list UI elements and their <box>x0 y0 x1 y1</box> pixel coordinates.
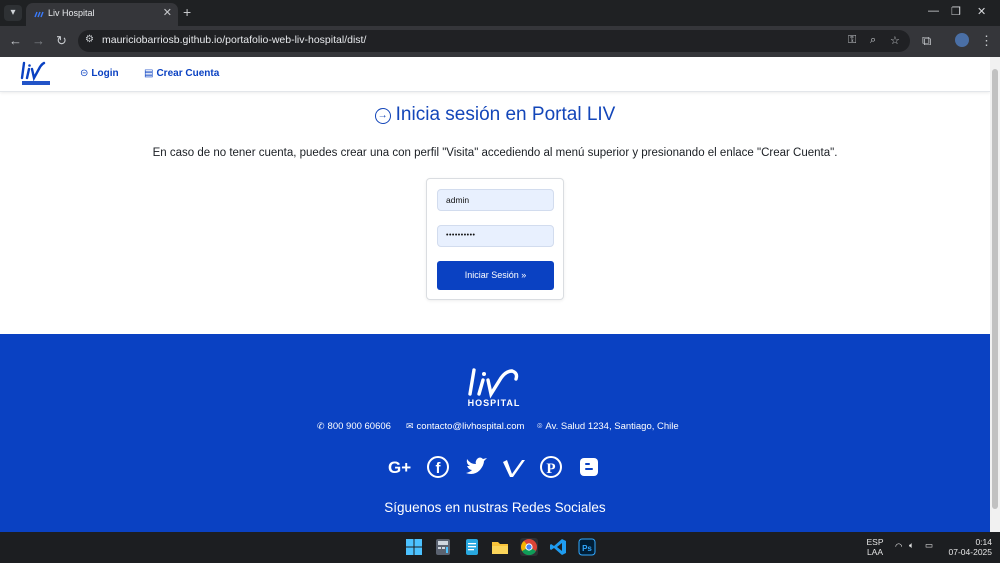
clock-time: 0:14 <box>975 537 992 547</box>
battery-icon[interactable]: ▭ <box>925 540 933 551</box>
liv-hospital-logo[interactable] <box>20 61 52 87</box>
web-page: ⊝ Login ▤ Crear Cuenta → Inicia sesión en P… <box>0 57 990 532</box>
tab-close-icon[interactable]: ✕ <box>163 6 172 19</box>
site-navbar: ⊝ Login ▤ Crear Cuenta <box>0 57 990 92</box>
nav-create-label: Crear Cuenta <box>156 68 220 79</box>
keyboard-layout: LAA <box>866 547 884 557</box>
map-pin-icon: ⌾ <box>537 421 543 431</box>
scrollbar-thumb[interactable] <box>992 69 998 509</box>
tab-title: Liv Hospital <box>48 8 95 18</box>
page-scrollbar[interactable] <box>990 57 1000 532</box>
email-text: contacto@livhospital.com <box>416 421 525 432</box>
volume-icon[interactable]: 🔈︎ <box>909 540 914 551</box>
browser-menu-icon[interactable]: ⋮ <box>980 33 993 49</box>
info-text: En caso de no tener cuenta, puedes crear… <box>152 147 838 159</box>
sign-in-icon: → <box>374 108 391 124</box>
svg-text:P: P <box>546 461 555 477</box>
liv-favicon-icon <box>34 11 44 18</box>
password-input[interactable]: •••••••••• <box>437 225 554 247</box>
liv-hospital-footer-logo: HOSPITAL <box>468 368 521 408</box>
pinterest-icon[interactable]: P <box>539 455 565 479</box>
nav-login-link[interactable]: ⊝ Login <box>80 68 119 79</box>
restore-icon[interactable]: ❐ <box>951 5 961 18</box>
clock[interactable]: 0:14 07-04-2025 <box>942 537 992 557</box>
clock-date: 07-04-2025 <box>948 547 992 557</box>
window-close-icon[interactable]: ✕ <box>977 5 986 18</box>
bookmark-star-icon[interactable]: ☆ <box>890 34 900 47</box>
minimize-icon[interactable]: — <box>928 5 939 17</box>
nav-login-label: Login <box>91 68 119 79</box>
profile-avatar[interactable] <box>955 33 969 47</box>
svg-text:G+: G+ <box>388 458 411 477</box>
page-title: → Inicia sesión en Portal LIV <box>0 104 990 126</box>
language-code: ESP <box>866 537 884 547</box>
site-footer: HOSPITAL ✆ 800 900 60606 ✉ contacto@livhos… <box>0 334 990 532</box>
zoom-icon[interactable]: ⌕ <box>870 34 876 47</box>
username-input[interactable]: admin <box>437 189 554 211</box>
google-plus-icon[interactable]: G+ <box>388 455 414 479</box>
blogger-icon[interactable] <box>577 455 603 479</box>
file-explorer-icon[interactable] <box>491 538 509 556</box>
calculator-icon[interactable] <box>434 538 452 556</box>
page-title-text: Inicia sesión en Portal LIV <box>395 104 616 125</box>
login-submit-button[interactable]: Iniciar Sesión » <box>437 261 554 290</box>
login-form: admin •••••••••• Iniciar Sesión » <box>426 178 564 300</box>
twitter-icon[interactable] <box>464 455 490 479</box>
back-icon[interactable]: ← <box>9 33 22 48</box>
password-key-icon[interactable]: ⚿ <box>848 34 856 47</box>
svg-text:f: f <box>436 460 442 477</box>
new-tab-button[interactable]: + <box>183 4 191 20</box>
address-bar[interactable]: ⚙ mauriciobarriosb.github.io/portafolio-… <box>78 30 910 52</box>
wifi-icon[interactable]: ◠ <box>895 541 902 552</box>
vimeo-icon[interactable] <box>501 455 527 479</box>
envelope-icon: ✉ <box>406 421 414 431</box>
vscode-icon[interactable] <box>549 538 567 556</box>
browser-toolbar: ← → ↻ ⚙ mauriciobarriosb.github.io/porta… <box>0 26 1000 57</box>
address-text: Av. Salud 1234, Santiago, Chile <box>545 421 679 432</box>
chrome-icon[interactable] <box>520 538 538 556</box>
tab-search-button[interactable]: ▾ <box>4 5 22 21</box>
svg-text:HOSPITAL: HOSPITAL <box>468 398 521 408</box>
windows-taskbar: Ps ESP LAA ◠ 🔈︎ ▭ 0:14 07-04-2025 <box>0 532 1000 563</box>
footer-address: ⌾ Av. Salud 1234, Santiago, Chile <box>537 421 679 432</box>
site-info-icon[interactable]: ⚙ <box>85 34 94 45</box>
extensions-icon[interactable]: ⧉ <box>922 33 931 49</box>
phone-icon: ✆ <box>317 421 325 431</box>
nav-create-account-link[interactable]: ▤ Crear Cuenta <box>144 68 219 79</box>
id-card-icon: ▤ <box>144 68 154 79</box>
footer-phone[interactable]: ✆ 800 900 60606 <box>317 421 391 432</box>
browser-tab[interactable]: Liv Hospital ✕ <box>26 3 178 26</box>
forward-icon[interactable]: → <box>32 33 45 48</box>
notepad-icon[interactable] <box>463 538 481 556</box>
phone-text: 800 900 60606 <box>327 421 391 432</box>
url-text[interactable]: mauriciobarriosb.github.io/portafolio-we… <box>102 34 366 46</box>
windows-start-icon[interactable] <box>405 538 423 556</box>
language-indicator[interactable]: ESP LAA <box>866 537 884 557</box>
follow-text: Síguenos en nustras Redes Sociales <box>384 500 606 515</box>
login-icon: ⊝ <box>80 68 89 79</box>
browser-titlebar: ▾ Liv Hospital ✕ + — ❐ ✕ <box>0 0 1000 26</box>
reload-icon[interactable]: ↻ <box>56 33 67 49</box>
svg-text:Ps: Ps <box>582 544 592 553</box>
photoshop-icon[interactable]: Ps <box>578 538 596 556</box>
footer-email[interactable]: ✉ contacto@livhospital.com <box>406 421 524 432</box>
facebook-icon[interactable]: f <box>426 455 452 479</box>
